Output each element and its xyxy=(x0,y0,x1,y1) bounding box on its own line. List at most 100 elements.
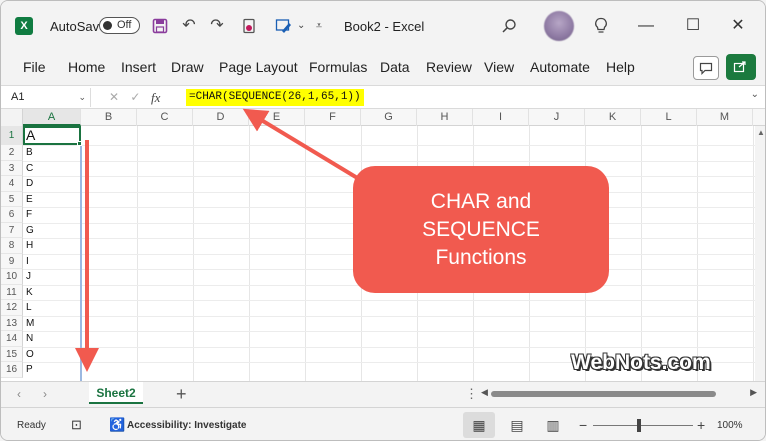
cancel-icon[interactable]: ✕ xyxy=(109,90,119,104)
tab-data[interactable]: Data xyxy=(380,59,410,75)
row-header[interactable]: 4 xyxy=(1,176,23,192)
chevron-down-icon[interactable]: ⌄ xyxy=(78,88,86,107)
cell-a11[interactable]: K xyxy=(24,285,80,301)
cell-a7[interactable]: G xyxy=(24,223,80,239)
row-header[interactable]: 14 xyxy=(1,331,23,347)
column-header-m[interactable]: M xyxy=(697,109,753,126)
cell-a14[interactable]: N xyxy=(24,331,80,347)
zoom-in-icon[interactable]: + xyxy=(697,417,705,433)
cell-a8[interactable]: H xyxy=(24,238,80,254)
tab-formulas[interactable]: Formulas xyxy=(309,59,367,75)
row-header[interactable]: 9 xyxy=(1,253,23,269)
cell-a10[interactable]: J xyxy=(24,269,80,285)
normal-view-icon[interactable]: ▦ xyxy=(463,412,495,438)
tab-automate[interactable]: Automate xyxy=(530,59,590,75)
cell-a9[interactable]: I xyxy=(24,254,80,270)
page-break-view-icon[interactable]: ▥ xyxy=(537,412,569,438)
horizontal-scrollbar[interactable]: ◀ ▶ xyxy=(481,387,757,401)
row-header[interactable]: 6 xyxy=(1,207,23,223)
row-header[interactable]: 2 xyxy=(1,145,23,161)
cell-a12[interactable]: L xyxy=(24,300,80,316)
column-header-f[interactable]: F xyxy=(305,109,361,126)
maximize-icon[interactable]: ☐ xyxy=(678,13,708,39)
row-header[interactable]: 7 xyxy=(1,222,23,238)
cell-a15[interactable]: O xyxy=(24,347,80,363)
zoom-slider-thumb[interactable] xyxy=(637,419,641,432)
formula-input[interactable]: =CHAR(SEQUENCE(26,1,65,1)) xyxy=(186,89,364,106)
column-header-k[interactable]: K xyxy=(585,109,641,126)
more-options-icon[interactable]: ⋮ xyxy=(465,386,478,402)
lightbulb-icon[interactable] xyxy=(590,15,612,37)
sheet-next-icon[interactable]: › xyxy=(43,387,47,401)
row-header[interactable]: 12 xyxy=(1,300,23,316)
column-header-a[interactable]: A xyxy=(23,109,81,126)
column-header-d[interactable]: D xyxy=(193,109,249,126)
row-header[interactable]: 10 xyxy=(1,269,23,285)
page-layout-view-icon[interactable]: ▤ xyxy=(501,412,533,438)
search-icon[interactable] xyxy=(498,15,520,37)
more-commands-icon[interactable]: ⩡ xyxy=(313,15,325,37)
expand-formula-icon[interactable]: ⌄ xyxy=(751,89,759,100)
column-header-e[interactable]: E xyxy=(249,109,305,126)
macro-record-icon[interactable]: ⊡ xyxy=(71,417,82,433)
sheet-tab-active[interactable]: Sheet2 xyxy=(89,382,143,404)
zoom-out-icon[interactable]: − xyxy=(579,417,587,433)
row-header[interactable]: 15 xyxy=(1,346,23,362)
zoom-slider[interactable] xyxy=(593,425,693,426)
cell-a6[interactable]: F xyxy=(24,207,80,223)
select-all-corner[interactable] xyxy=(1,109,23,126)
add-sheet-button[interactable]: + xyxy=(176,384,187,405)
avatar[interactable] xyxy=(544,11,574,41)
redo-icon[interactable]: ↷ xyxy=(208,15,226,37)
draw-dropdown-icon[interactable]: ⌄ xyxy=(297,15,305,37)
accessibility-icon[interactable]: ♿ xyxy=(109,417,125,433)
vertical-scrollbar[interactable]: ▲ xyxy=(755,126,765,381)
row-header[interactable]: 16 xyxy=(1,362,23,378)
tab-file[interactable]: File xyxy=(23,59,46,75)
row-header[interactable]: 1 xyxy=(1,126,23,145)
scroll-left-icon[interactable]: ◀ xyxy=(481,387,488,398)
column-header-c[interactable]: C xyxy=(137,109,193,126)
tab-page-layout[interactable]: Page Layout xyxy=(219,59,298,75)
row-header[interactable]: 5 xyxy=(1,191,23,207)
column-header-g[interactable]: G xyxy=(361,109,417,126)
minimize-icon[interactable]: — xyxy=(631,13,661,39)
cell-a4[interactable]: D xyxy=(24,176,80,192)
scroll-thumb[interactable] xyxy=(491,391,716,397)
tab-review[interactable]: Review xyxy=(426,59,472,75)
tab-view[interactable]: View xyxy=(484,59,514,75)
draw-icon[interactable] xyxy=(273,15,295,37)
insert-function-icon[interactable]: fx xyxy=(151,88,160,107)
column-header-j[interactable]: J xyxy=(529,109,585,126)
column-header-i[interactable]: I xyxy=(473,109,529,126)
undo-icon[interactable]: ↶ xyxy=(180,15,198,37)
share-button[interactable] xyxy=(726,54,756,80)
column-header-l[interactable]: L xyxy=(641,109,697,126)
name-box[interactable]: A1 ⌄ xyxy=(5,88,91,107)
close-icon[interactable]: ✕ xyxy=(723,13,753,39)
autosave-toggle[interactable]: Off xyxy=(99,17,140,34)
cell-a3[interactable]: C xyxy=(24,161,80,177)
tab-help[interactable]: Help xyxy=(606,59,635,75)
row-header[interactable]: 11 xyxy=(1,284,23,300)
row-header[interactable]: 13 xyxy=(1,315,23,331)
cell-a5[interactable]: E xyxy=(24,192,80,208)
column-header-h[interactable]: H xyxy=(417,109,473,126)
share-doc-icon[interactable] xyxy=(239,15,259,37)
comments-button[interactable] xyxy=(693,56,719,80)
row-header[interactable]: 3 xyxy=(1,160,23,176)
scroll-up-icon[interactable]: ▲ xyxy=(757,128,765,137)
accessibility-status[interactable]: Accessibility: Investigate xyxy=(127,420,247,431)
zoom-level[interactable]: 100% xyxy=(717,420,743,431)
sheet-prev-icon[interactable]: ‹ xyxy=(17,387,21,401)
fill-handle[interactable] xyxy=(77,141,82,146)
scroll-right-icon[interactable]: ▶ xyxy=(750,387,757,398)
confirm-icon[interactable]: ✓ xyxy=(130,90,140,104)
tab-home[interactable]: Home xyxy=(68,59,105,75)
row-header[interactable]: 8 xyxy=(1,238,23,254)
save-icon[interactable] xyxy=(151,15,169,37)
cell-a2[interactable]: B xyxy=(24,145,80,161)
tab-insert[interactable]: Insert xyxy=(121,59,156,75)
tab-draw[interactable]: Draw xyxy=(171,59,204,75)
column-header-b[interactable]: B xyxy=(81,109,137,126)
